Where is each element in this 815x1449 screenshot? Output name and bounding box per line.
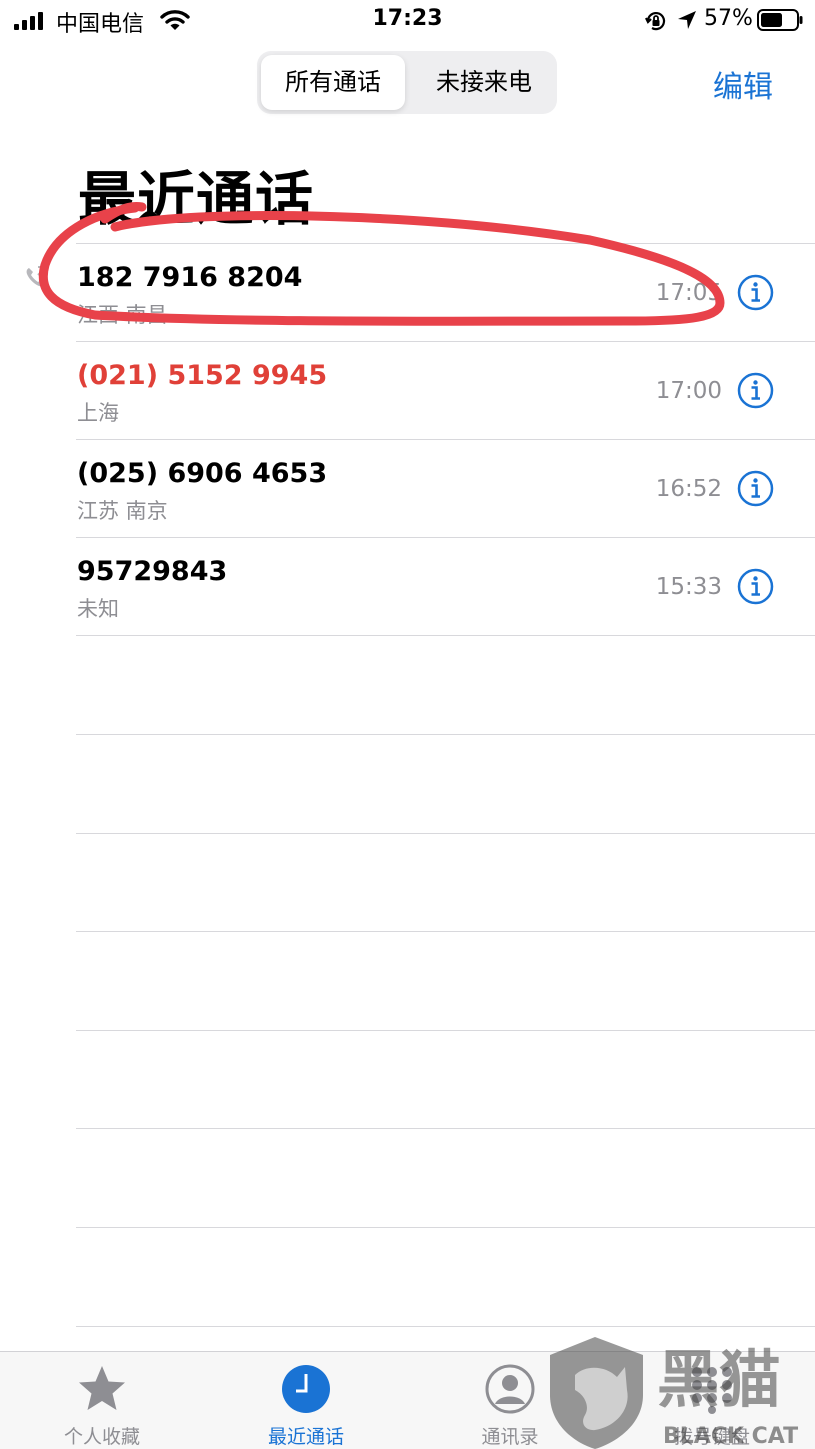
call-number: (025) 6906 4653 (77, 458, 328, 489)
watermark-cn: 黑猫 (657, 1343, 781, 1416)
call-number: 95729843 (77, 556, 228, 587)
contact-icon (485, 1364, 535, 1414)
location-arrow-icon (678, 11, 696, 29)
black-cat-watermark-logo: 黑猫 BLACK CAT (550, 1337, 798, 1449)
call-row[interactable]: (025) 6906 4653 江苏 南京 16:52 (0, 439, 815, 537)
tab-label: 最近通话 (267, 1426, 344, 1448)
edit-button[interactable]: 编辑 (713, 62, 773, 106)
watermark-en: BLACK CAT (663, 1424, 798, 1449)
call-time: 15:33 (655, 574, 722, 600)
row-separator (76, 1227, 815, 1228)
status-bar: 中国电信 17:23 57% (0, 0, 815, 42)
info-icon[interactable] (737, 568, 774, 605)
call-time: 16:52 (655, 476, 722, 502)
info-icon[interactable] (737, 470, 774, 507)
call-row[interactable]: 95729843 未知 15:33 (0, 537, 815, 635)
call-number: (021) 5152 9945 (77, 360, 328, 391)
battery-icon (757, 9, 803, 31)
row-separator (76, 635, 815, 636)
tab-favorites[interactable]: 个人收藏 (17, 1352, 187, 1449)
row-separator (76, 1326, 815, 1327)
battery-percentage: 57% (704, 6, 753, 31)
info-icon[interactable] (737, 274, 774, 311)
call-location: 上海 (77, 401, 119, 425)
call-location: 江苏 南京 (77, 499, 168, 523)
star-icon (79, 1366, 125, 1410)
rotation-lock-icon (645, 12, 666, 31)
call-time: 17:00 (655, 378, 722, 404)
call-filter-segmented-control: 所有通话 未接来电 (257, 51, 557, 114)
segment-missed-calls[interactable]: 未接来电 (415, 55, 553, 110)
row-separator (76, 931, 815, 932)
row-separator (76, 833, 815, 834)
red-highlight-scribble (38, 202, 725, 326)
segment-all-calls[interactable]: 所有通话 (261, 55, 405, 110)
row-separator (76, 1030, 815, 1031)
row-separator (76, 734, 815, 735)
clock-icon (282, 1365, 330, 1413)
info-icon[interactable] (737, 372, 774, 409)
row-separator (76, 1128, 815, 1129)
tab-label: 个人收藏 (63, 1426, 140, 1448)
call-location: 未知 (77, 597, 119, 621)
call-row[interactable]: (021) 5152 9945 上海 17:00 (0, 341, 815, 439)
tab-recents[interactable]: 最近通话 (221, 1352, 391, 1449)
